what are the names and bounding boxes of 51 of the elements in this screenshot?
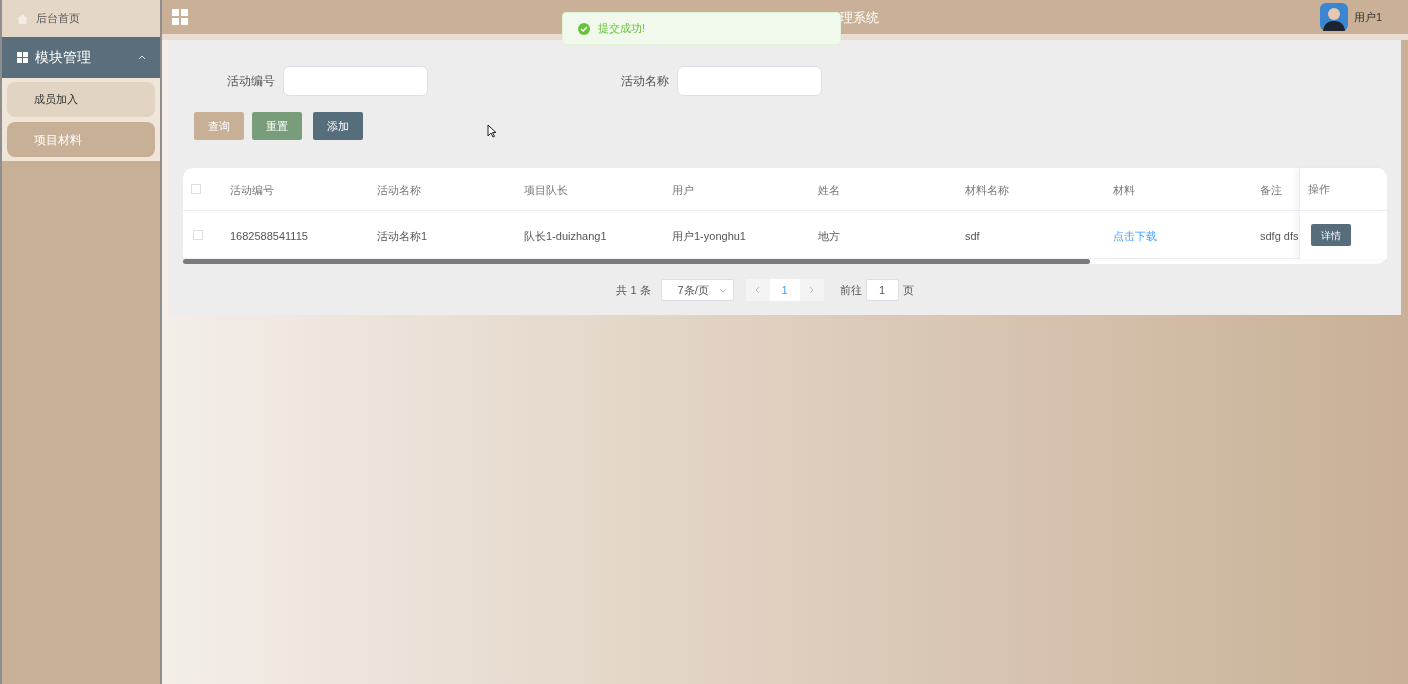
table-cell-text: 用户1-yonghu1 <box>672 229 746 244</box>
table-cell-text: 地方 <box>818 229 840 244</box>
text-input[interactable] <box>677 66 822 96</box>
goto-label: 前往 <box>839 282 862 298</box>
chevron-right-icon <box>809 286 815 294</box>
column-header: 活动编号 <box>230 183 274 198</box>
column-header: 用户 <box>672 183 694 198</box>
user-name[interactable]: 用户1 <box>1353 8 1382 26</box>
home-menu-item[interactable]: 后台首页 <box>2 0 160 37</box>
table-cell-text: 1682588541115 <box>230 229 308 244</box>
table-cell-text: 活动名称1 <box>377 229 428 244</box>
grid-icon[interactable] <box>172 9 188 25</box>
toast-message: 提交成功! <box>598 21 646 37</box>
column-header: 活动名称 <box>377 183 421 198</box>
button[interactable]: 重置 <box>252 112 302 140</box>
column-header: 材料名称 <box>965 183 1009 198</box>
download-link[interactable]: 点击下载 <box>1113 228 1157 245</box>
page-size-select[interactable]: 7条/页 <box>660 279 734 301</box>
table-cell-text: sdfg dfs <box>1260 229 1299 244</box>
checkbox[interactable] <box>193 230 203 240</box>
column-header: 操作 <box>1308 181 1330 197</box>
chevron-down-icon <box>718 287 727 293</box>
page-suffix: 页 <box>902 282 914 298</box>
avatar-icon[interactable] <box>1319 3 1348 31</box>
column-header: 姓名 <box>818 183 840 198</box>
total-count: 共 1 条 <box>616 282 651 298</box>
cursor-icon <box>487 124 497 138</box>
success-icon <box>578 22 590 35</box>
grid-icon <box>17 52 28 63</box>
page-button[interactable]: 1 <box>769 279 800 301</box>
table-cell-text: 队长1-duizhang1 <box>524 229 607 244</box>
chevron-up-icon <box>138 55 146 60</box>
next-page-button[interactable] <box>799 279 824 301</box>
field-label: 活动编号 <box>227 73 275 90</box>
scrollbar[interactable] <box>183 259 1090 264</box>
column-header: 备注 <box>1260 183 1282 198</box>
chevron-left-icon <box>755 286 761 294</box>
button[interactable]: 添加 <box>313 112 363 140</box>
checkbox[interactable] <box>191 184 201 194</box>
menu-item[interactable]: 成员加入 <box>7 82 155 117</box>
details-button[interactable]: 详情 <box>1311 224 1351 246</box>
prev-page-button[interactable] <box>745 279 770 301</box>
column-header: 项目队长 <box>524 183 568 198</box>
page-input[interactable]: 1 <box>865 279 899 301</box>
field-label: 活动名称 <box>621 73 669 90</box>
menu-group-header[interactable]: 模块管理 <box>2 37 160 78</box>
text-input[interactable] <box>283 66 428 96</box>
page-title: 理系统 <box>840 9 879 27</box>
home-icon <box>17 13 28 24</box>
table-cell-text: sdf <box>965 229 980 244</box>
column-header: 材料 <box>1113 183 1135 198</box>
